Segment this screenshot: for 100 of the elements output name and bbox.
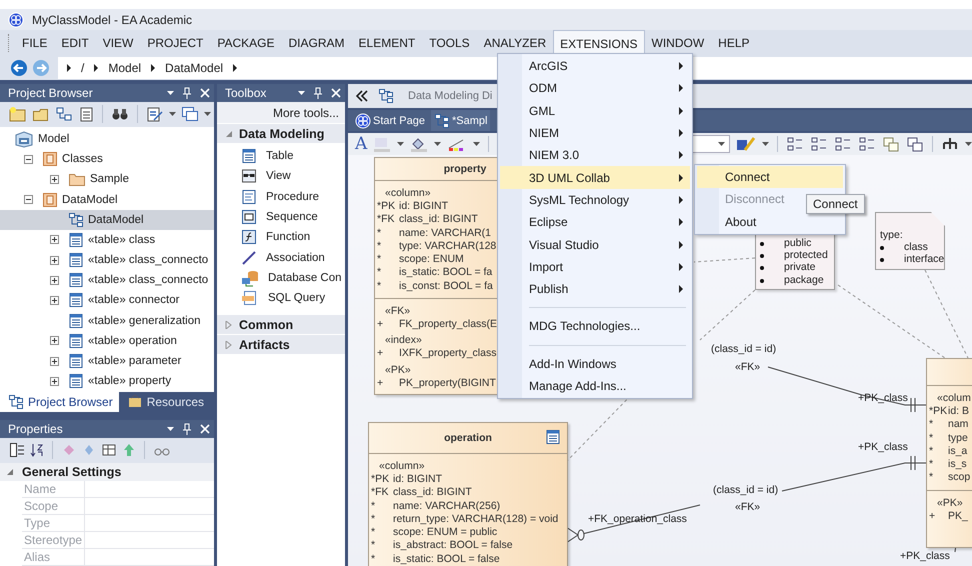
more-tools-link[interactable]: More tools...: [217, 102, 345, 123]
align-right-icon[interactable]: [810, 136, 828, 152]
tree-layout-icon[interactable]: [941, 136, 960, 152]
pin-icon[interactable]: [182, 86, 192, 99]
menu-item[interactable]: Connect: [697, 166, 843, 188]
categorized-icon[interactable]: [9, 442, 25, 458]
menu-item[interactable]: 3D UML Collab: [500, 166, 690, 189]
tree-item[interactable]: «table» class_connecto: [0, 270, 214, 290]
fill-color-icon[interactable]: [410, 136, 428, 152]
expand-icon[interactable]: [50, 336, 58, 346]
pin-icon[interactable]: [182, 422, 192, 435]
menu-item[interactable]: SysML Technology: [500, 188, 690, 212]
menu-item[interactable]: NIEM: [500, 122, 690, 144]
copy-layout-icon[interactable]: [882, 136, 900, 152]
menu-item[interactable]: ELEMENT: [352, 30, 422, 56]
close-icon[interactable]: [200, 424, 210, 434]
breadcrumb-item[interactable]: DataModel: [165, 61, 224, 75]
new-element-icon[interactable]: [78, 106, 94, 122]
binoculars-icon[interactable]: [111, 106, 129, 122]
toolbox-group[interactable]: Data Modeling: [217, 124, 345, 143]
menu-item[interactable]: GML: [500, 100, 690, 122]
tree-item[interactable]: «table» generalization: [0, 310, 214, 331]
breadcrumb-item[interactable]: Model: [108, 61, 142, 75]
menu-item[interactable]: Import: [500, 256, 690, 278]
menu-item[interactable]: TOOLS: [422, 30, 477, 56]
expand-icon[interactable]: [50, 296, 58, 305]
toolbox-item[interactable]: Procedure: [217, 186, 345, 207]
font-button[interactable]: A: [355, 135, 368, 153]
new-diagram-icon[interactable]: [55, 106, 73, 122]
windows-icon[interactable]: [181, 106, 199, 122]
close-icon[interactable]: [200, 88, 210, 98]
new-model-icon[interactable]: [9, 106, 27, 122]
align-left-icon[interactable]: [786, 136, 804, 152]
align-bottom-icon[interactable]: [858, 136, 876, 152]
new-package-icon[interactable]: [32, 106, 50, 122]
tree-item[interactable]: Sample: [0, 169, 214, 190]
grid-icon[interactable]: [101, 442, 117, 458]
menu-item[interactable]: HELP: [711, 30, 757, 56]
menu-item[interactable]: MDG Technologies...: [500, 315, 690, 338]
document-edit-icon[interactable]: [146, 106, 164, 122]
pin-icon[interactable]: [313, 87, 323, 99]
tree-item[interactable]: «table» class: [0, 230, 214, 250]
panel-tab[interactable]: Resources: [118, 392, 210, 412]
toolbox-item[interactable]: Function: [217, 227, 345, 248]
menu-item[interactable]: ArcGIS: [500, 55, 690, 78]
column-key: *: [927, 471, 948, 485]
expand-icon[interactable]: [50, 276, 58, 285]
toolbox-item[interactable]: SQL Query: [217, 288, 345, 308]
menu-item[interactable]: ODM: [500, 77, 690, 100]
document-tab[interactable]: *Sampl: [430, 110, 490, 131]
menu-item[interactable]: VIEW: [96, 30, 140, 56]
expand-icon[interactable]: [50, 356, 58, 366]
toolbox-item[interactable]: Database Con: [217, 268, 345, 288]
expand-icon[interactable]: [50, 256, 58, 265]
menu-item[interactable]: FILE: [15, 30, 54, 56]
menu-item[interactable]: DIAGRAM: [282, 30, 352, 56]
collapse-icon[interactable]: [24, 154, 32, 164]
menu-item[interactable]: Manage Add-Ins...: [500, 374, 690, 398]
menu-item[interactable]: Visual Studio: [500, 233, 690, 256]
menu-item[interactable]: Publish: [500, 278, 690, 300]
bullet-icon: [880, 258, 884, 262]
toolbox-item[interactable]: Association: [217, 247, 345, 268]
tree-item[interactable]: «table» operation: [0, 330, 214, 351]
text-color-icon[interactable]: [373, 136, 392, 152]
tree-item[interactable]: DataModel: [0, 189, 214, 210]
collapse-icon[interactable]: [24, 195, 32, 204]
sort-icon[interactable]: [30, 442, 44, 458]
menu-item[interactable]: Add-In Windows: [500, 352, 690, 375]
tree-item[interactable]: Model: [0, 128, 214, 150]
menu-item[interactable]: Eclipse: [500, 211, 690, 234]
layout-icon[interactable]: [906, 136, 924, 152]
expand-icon[interactable]: [50, 376, 58, 386]
toolbox-item[interactable]: Table: [217, 146, 345, 166]
breadcrumb-item[interactable]: /: [81, 61, 84, 75]
tree-item[interactable]: «table» class_connecto: [0, 250, 214, 270]
toolbox-item[interactable]: Sequence: [217, 206, 345, 228]
expand-icon[interactable]: [50, 174, 58, 184]
document-tab[interactable]: Start Page: [352, 110, 428, 131]
tree-item[interactable]: «table» parameter: [0, 350, 214, 372]
menu-item[interactable]: EDIT: [54, 30, 96, 56]
value-field[interactable]: [84, 548, 214, 566]
back-button[interactable]: [10, 59, 28, 77]
expand-icon[interactable]: [50, 235, 58, 244]
save-style-icon[interactable]: [736, 136, 756, 152]
tree-item[interactable]: DataModel: [0, 210, 214, 230]
tree-item[interactable]: «table» property: [0, 371, 214, 392]
menu-item[interactable]: PACKAGE: [210, 30, 282, 56]
toolbox-group[interactable]: Artifacts: [217, 335, 345, 354]
menu-item[interactable]: ANALYZER: [476, 30, 554, 56]
menu-item[interactable]: WINDOW: [644, 30, 712, 56]
collapse-panel-icon[interactable]: [356, 90, 368, 102]
tree-item[interactable]: Classes: [0, 149, 214, 170]
tree-item[interactable]: «table» connector: [0, 290, 214, 311]
toolbox-group[interactable]: Common: [217, 315, 345, 334]
align-top-icon[interactable]: [834, 136, 852, 152]
panel-tab[interactable]: Project Browser: [0, 392, 119, 412]
menu-item[interactable]: PROJECT: [140, 30, 210, 56]
close-icon[interactable]: [331, 88, 341, 98]
menu-item[interactable]: NIEM 3.0: [500, 144, 690, 166]
toolbox-item[interactable]: View: [217, 166, 345, 187]
